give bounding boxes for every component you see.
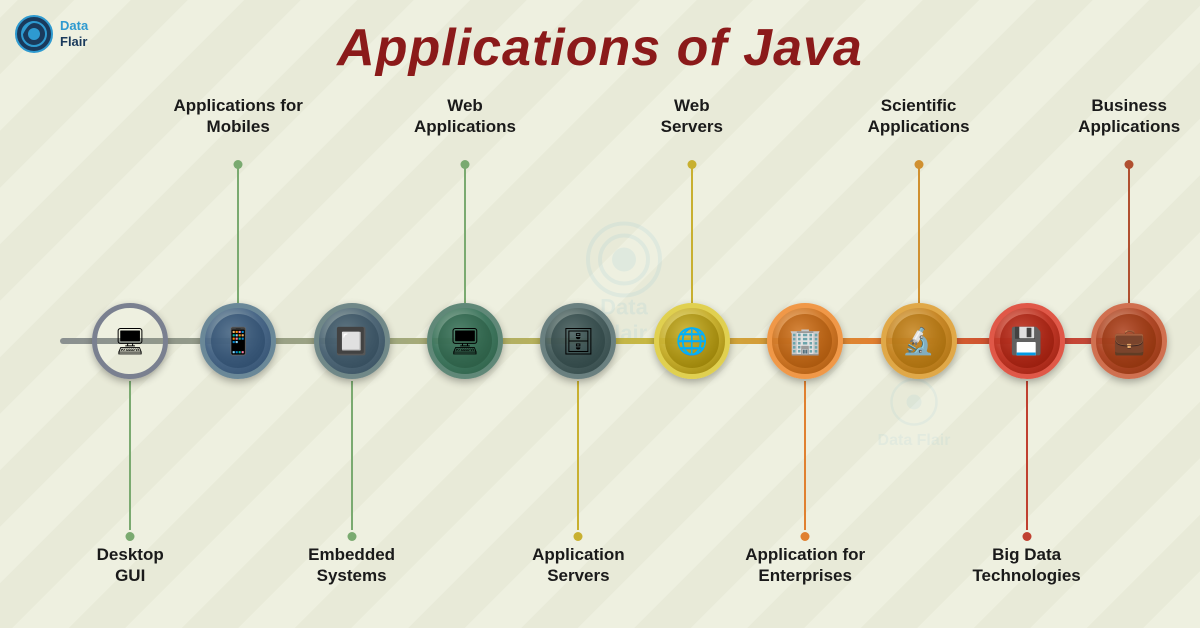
dot-below-9	[1022, 532, 1031, 541]
node-2: 📱	[200, 303, 276, 379]
line-below-5	[577, 381, 579, 530]
label-8: ScientificApplications	[868, 95, 970, 138]
label-2: Applications forMobiles	[173, 95, 302, 138]
dot-below-3	[347, 532, 356, 541]
line-above-4	[464, 165, 466, 303]
dot-above-2	[234, 160, 243, 169]
line-below-9	[1026, 381, 1028, 530]
dot-below-5	[574, 532, 583, 541]
label-5: ApplicationServers	[532, 544, 625, 587]
label-10: BusinessApplications	[1078, 95, 1180, 138]
page-title: Applications of Java	[0, 18, 1200, 78]
node-5: 🗄	[540, 303, 616, 379]
line-below-1	[129, 381, 131, 530]
line-below-7	[804, 381, 806, 530]
node-7: 🏢	[767, 303, 843, 379]
main-container: Data Flair Applications of Java DataFlai…	[0, 0, 1200, 628]
node-1: 🖥	[92, 303, 168, 379]
dot-above-10	[1125, 160, 1134, 169]
label-6: WebServers	[661, 95, 723, 138]
dot-below-1	[126, 532, 135, 541]
label-9: Big DataTechnologies	[972, 544, 1080, 587]
watermark-2: Data Flair	[864, 377, 964, 450]
line-above-8	[918, 165, 920, 303]
label-1: DesktopGUI	[97, 544, 164, 587]
node-4: 🖥	[427, 303, 503, 379]
label-3: EmbeddedSystems	[308, 544, 395, 587]
dot-above-6	[687, 160, 696, 169]
line-above-6	[691, 165, 693, 303]
label-4: WebApplications	[414, 95, 516, 138]
label-7: Application forEnterprises	[745, 544, 865, 587]
node-8: 🔬	[881, 303, 957, 379]
line-above-10	[1128, 165, 1130, 303]
node-6: 🌐	[654, 303, 730, 379]
dot-above-8	[914, 160, 923, 169]
dot-below-7	[801, 532, 810, 541]
node-9: 💾	[989, 303, 1065, 379]
line-below-3	[351, 381, 353, 530]
node-10: 💼	[1091, 303, 1167, 379]
node-3: 🔲	[314, 303, 390, 379]
line-above-2	[237, 165, 239, 303]
dot-above-4	[461, 160, 470, 169]
